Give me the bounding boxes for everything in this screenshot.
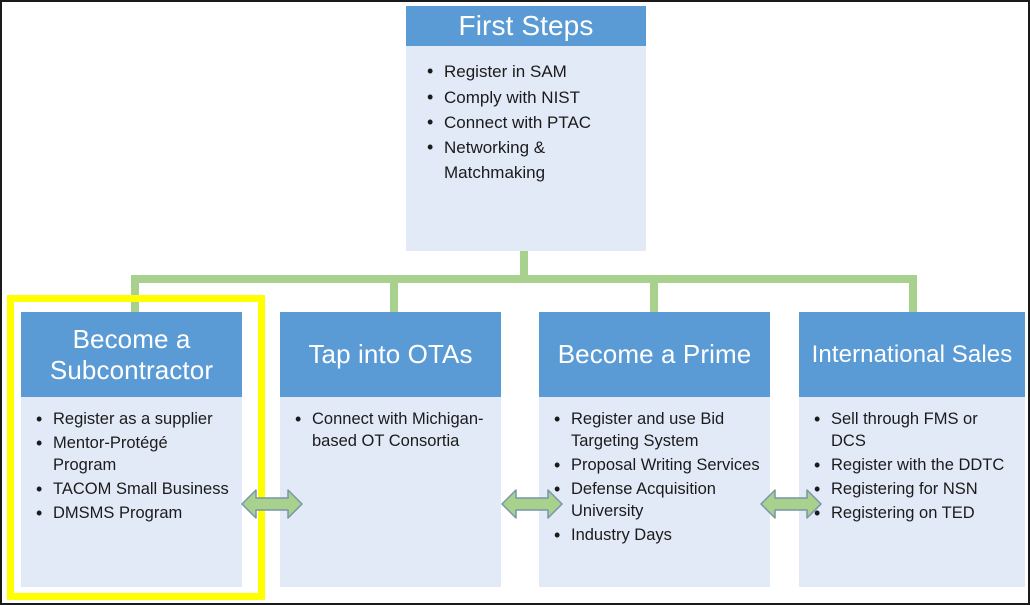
node-become-a-subcontractor-body: Register as a supplier Mentor-Protégé Pr… xyxy=(21,397,242,587)
node-first-steps-title: First Steps xyxy=(406,6,646,47)
list-item: Mentor-Protégé Program xyxy=(36,432,232,477)
list-item: TACOM Small Business xyxy=(36,478,232,502)
diagram-canvas: First Steps Register in SAM Comply with … xyxy=(0,0,1030,605)
list-item: Registering for NSN xyxy=(814,478,1015,502)
node-become-a-prime-title: Become a Prime xyxy=(539,312,770,397)
list-item: Register with the DDTC xyxy=(814,454,1015,478)
list-item: Sell through FMS or DCS xyxy=(814,408,1015,453)
node-become-a-subcontractor-title: Become a Subcontractor xyxy=(21,312,242,397)
list-item: Comply with NIST xyxy=(427,84,636,111)
node-tap-into-otas[interactable]: Tap into OTAs Connect with Michigan-base… xyxy=(280,312,501,587)
list-item: Register and use Bid Targeting System xyxy=(554,408,760,453)
list-item: Networking & Matchmaking xyxy=(427,134,636,185)
node-become-a-prime[interactable]: Become a Prime Register and use Bid Targ… xyxy=(539,312,770,587)
double-headed-arrow-icon xyxy=(759,481,823,527)
list-item: Defense Acquisition University xyxy=(554,478,760,523)
list-item: Industry Days xyxy=(554,524,760,548)
node-tap-into-otas-body: Connect with Michigan-based OT Consortia xyxy=(280,397,501,587)
list-item: DMSMS Program xyxy=(36,502,232,526)
node-become-a-subcontractor[interactable]: Become a Subcontractor Register as a sup… xyxy=(21,312,242,587)
list-item: Register as a supplier xyxy=(36,408,232,432)
list-item: Connect with Michigan-based OT Consortia xyxy=(295,408,491,453)
list-item: Register in SAM xyxy=(427,58,636,85)
node-first-steps-body: Register in SAM Comply with NIST Connect… xyxy=(406,46,646,251)
double-headed-arrow-icon xyxy=(500,481,564,527)
list-item: Connect with PTAC xyxy=(427,109,636,136)
node-become-a-prime-body: Register and use Bid Targeting System Pr… xyxy=(539,397,770,587)
list-item: Proposal Writing Services xyxy=(554,454,760,478)
list-item: Registering on TED xyxy=(814,502,1015,526)
connector-trunk-horizontal xyxy=(131,275,917,283)
node-international-sales-body: Sell through FMS or DCS Register with th… xyxy=(799,397,1025,587)
node-first-steps[interactable]: First Steps Register in SAM Comply with … xyxy=(406,6,646,251)
node-international-sales[interactable]: International Sales Sell through FMS or … xyxy=(799,312,1025,587)
node-tap-into-otas-title: Tap into OTAs xyxy=(280,312,501,397)
double-headed-arrow-icon xyxy=(240,481,304,527)
node-international-sales-title: International Sales xyxy=(799,312,1025,397)
